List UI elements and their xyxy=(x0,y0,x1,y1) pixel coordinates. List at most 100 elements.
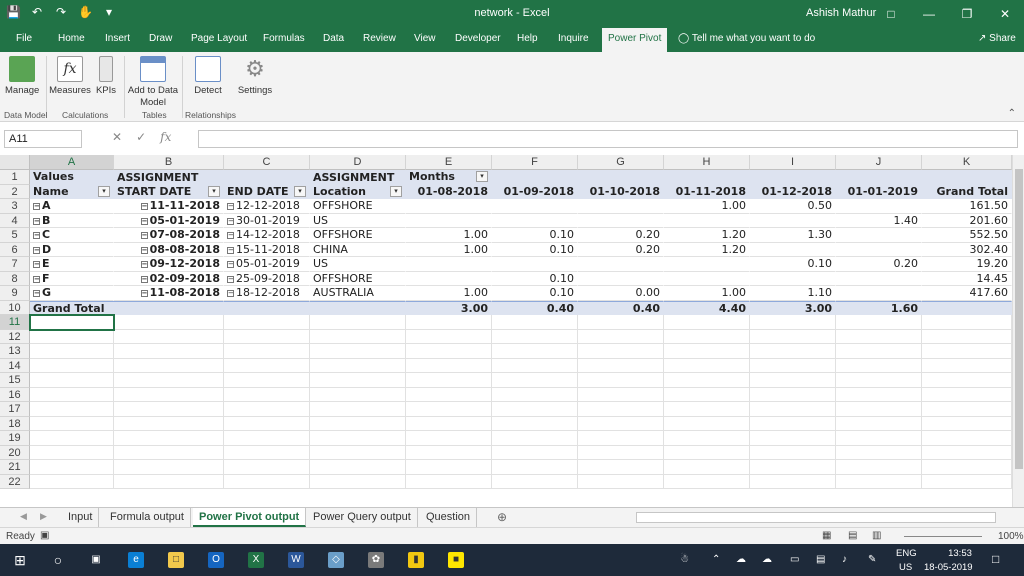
empty-cell[interactable] xyxy=(578,344,664,359)
tab-help[interactable]: Help xyxy=(517,33,538,44)
column-header[interactable]: G xyxy=(578,155,664,170)
empty-cell[interactable] xyxy=(492,373,578,388)
pivot-row-location[interactable]: OFFSHORE xyxy=(310,199,406,214)
pivot-value[interactable] xyxy=(578,271,664,286)
tab-power-pivot[interactable]: Power Pivot xyxy=(602,28,668,52)
page-layout-view-icon[interactable]: ▤ xyxy=(848,530,857,541)
pivot-value[interactable]: 1.20 xyxy=(664,228,750,243)
empty-cell[interactable] xyxy=(578,474,664,489)
collapse-ribbon-icon[interactable]: ⌃ xyxy=(1008,108,1016,119)
collapse-icon[interactable]: − xyxy=(140,217,148,225)
empty-cell[interactable] xyxy=(406,387,492,402)
empty-cell[interactable] xyxy=(114,373,224,388)
empty-cell[interactable] xyxy=(310,431,406,446)
empty-cell[interactable] xyxy=(578,460,664,475)
pivot-value[interactable]: 1.00 xyxy=(664,286,750,301)
pivot-value[interactable] xyxy=(664,213,750,228)
empty-cell[interactable] xyxy=(114,402,224,417)
pivot-value[interactable] xyxy=(492,257,578,272)
region[interactable]: US xyxy=(899,562,912,573)
onedrive-icon[interactable]: ☁ xyxy=(736,554,746,565)
empty-cell[interactable] xyxy=(224,431,310,446)
sheet-tab-power-pivot-output[interactable]: Power Pivot output xyxy=(193,508,307,527)
pivot-end-date-header[interactable]: END DATE ▾ xyxy=(224,184,310,199)
pivot-row-start[interactable]: −05-01-2019 xyxy=(114,213,224,228)
empty-cell[interactable] xyxy=(922,431,1012,446)
empty-cell[interactable] xyxy=(30,344,114,359)
sheet-tab-question[interactable]: Question xyxy=(420,508,478,527)
collapse-icon[interactable]: − xyxy=(33,275,40,283)
edge-icon[interactable]: e xyxy=(128,552,144,568)
empty-cell[interactable] xyxy=(664,315,750,330)
empty-cell[interactable] xyxy=(750,329,836,344)
row-header[interactable]: 19 xyxy=(0,431,30,446)
pivot-row-name[interactable]: − A xyxy=(30,199,114,214)
pivot-value[interactable] xyxy=(664,257,750,272)
pivot-row-location[interactable]: OFFSHORE xyxy=(310,271,406,286)
cloud-icon[interactable]: ☁ xyxy=(762,554,772,565)
pivot-month-header[interactable]: 01-08-2018 xyxy=(406,184,492,199)
empty-cell[interactable] xyxy=(922,402,1012,417)
pivot-row-name[interactable]: − B xyxy=(30,213,114,228)
empty-cell[interactable] xyxy=(664,445,750,460)
empty-cell[interactable] xyxy=(836,402,922,417)
empty-cell[interactable] xyxy=(30,416,114,431)
tray-overflow-icon[interactable]: ⌃ xyxy=(712,554,720,565)
column-header[interactable]: K xyxy=(922,155,1012,170)
empty-cell[interactable] xyxy=(224,416,310,431)
row-header[interactable]: 22 xyxy=(0,474,30,489)
pivot-value[interactable]: 1.00 xyxy=(406,242,492,257)
empty-cell[interactable] xyxy=(836,474,922,489)
language[interactable]: ENG xyxy=(896,548,917,559)
pivot-value[interactable]: 0.10 xyxy=(492,271,578,286)
empty-cell[interactable] xyxy=(224,387,310,402)
empty-cell[interactable] xyxy=(750,315,836,330)
tab-file[interactable]: File xyxy=(16,33,32,44)
empty-cell[interactable] xyxy=(578,358,664,373)
empty-cell[interactable] xyxy=(922,460,1012,475)
empty-cell[interactable] xyxy=(114,460,224,475)
enter-icon[interactable]: ✓ xyxy=(136,130,146,144)
pivot-value[interactable]: 0.10 xyxy=(492,242,578,257)
empty-cell[interactable] xyxy=(224,402,310,417)
empty-cell[interactable] xyxy=(224,474,310,489)
network-icon[interactable]: ▤ xyxy=(816,554,825,565)
share-button[interactable]: ↗ Share xyxy=(978,33,1016,44)
pivot-value[interactable] xyxy=(836,228,922,243)
empty-cell[interactable] xyxy=(310,402,406,417)
add-to-data-model-button[interactable]: Add to Data Model xyxy=(126,56,180,109)
volume-icon[interactable]: ♪ xyxy=(842,554,847,565)
empty-cell[interactable] xyxy=(578,431,664,446)
pivot-row-end[interactable]: −14-12-2018 xyxy=(224,228,310,243)
empty-cell[interactable] xyxy=(406,315,492,330)
pivot-row-location[interactable]: CHINA xyxy=(310,242,406,257)
tab-home[interactable]: Home xyxy=(58,33,85,44)
pivot-value[interactable] xyxy=(750,271,836,286)
pivot-value[interactable] xyxy=(492,213,578,228)
pivot-value[interactable] xyxy=(664,271,750,286)
empty-cell[interactable] xyxy=(664,344,750,359)
next-sheet-icon[interactable]: ▶ xyxy=(40,511,47,522)
pivot-values-label[interactable]: Values xyxy=(30,170,114,185)
empty-cell[interactable] xyxy=(750,402,836,417)
empty-cell[interactable] xyxy=(492,315,578,330)
empty-cell[interactable] xyxy=(492,358,578,373)
collapse-icon[interactable]: − xyxy=(227,203,234,210)
grand-total-cell[interactable] xyxy=(224,300,310,315)
pivot-row-total[interactable]: 552.50 xyxy=(922,228,1012,243)
scroll-thumb[interactable] xyxy=(1015,169,1023,469)
zoom-level[interactable]: 100% xyxy=(998,531,1024,542)
empty-cell[interactable] xyxy=(114,431,224,446)
pivot-value[interactable]: 0.20 xyxy=(578,242,664,257)
grand-total-value[interactable]: 0.40 xyxy=(578,300,664,315)
empty-cell[interactable] xyxy=(492,329,578,344)
pivot-row-total[interactable]: 14.45 xyxy=(922,271,1012,286)
empty-cell[interactable] xyxy=(922,373,1012,388)
horizontal-scrollbar[interactable] xyxy=(636,512,996,523)
row-header[interactable]: 5 xyxy=(0,228,30,243)
pivot-value[interactable]: 0.20 xyxy=(836,257,922,272)
zoom-slider[interactable] xyxy=(904,536,982,537)
pivot-row-start[interactable]: −09-12-2018 xyxy=(114,257,224,272)
collapse-icon[interactable]: − xyxy=(227,217,234,225)
pivot-value[interactable]: 0.10 xyxy=(750,257,836,272)
